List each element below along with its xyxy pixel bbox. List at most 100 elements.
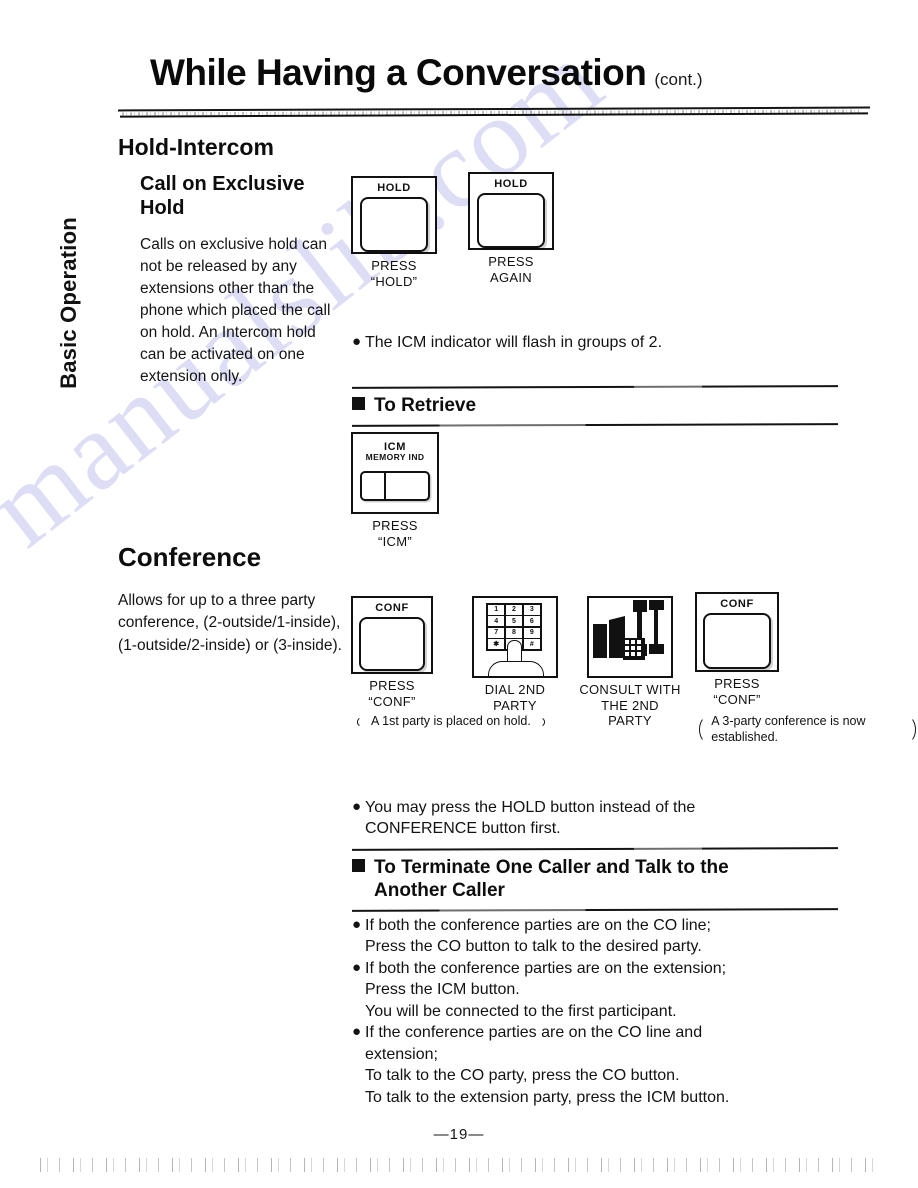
caption-line-1: PRESS [369,678,415,693]
note-first-party-on-hold: A 1st party is placed on hold. [355,714,547,730]
key-hash: # [523,639,540,649]
paragraph-conference: Allows for up to a three party conferenc… [118,592,342,654]
note-text: The ICM indicator will flash in groups o… [365,334,663,351]
list-item: ● If both the conference parties are on … [352,958,832,1022]
conf-keycap [703,613,771,670]
key-6: 6 [523,616,540,627]
subsection-title: To Terminate One Caller and Talk to the … [352,850,838,909]
bullet-continuation: extension; [365,1045,438,1063]
caption-line-2: THE 2ND PARTY [601,697,659,729]
icm-memory-indicator-label: MEMORY IND [365,452,425,463]
bullet-dot-icon: ● [352,958,362,976]
key-7: 7 [488,627,505,638]
keypad-graphic: 1 2 3 4 5 6 7 8 9 ✱ 0 # [472,596,558,678]
bullet-lead: If both the conference parties are on th… [365,917,711,934]
close-paren-icon [908,714,918,745]
hold-button-graphic: HOLD [468,172,554,250]
page-title: While Having a Conversation (cont.) [150,52,800,94]
heading-conference: Conference [118,542,262,572]
figure-caption: DIAL 2ND PARTY [467,682,563,713]
document-page: manualslib.com While Having a Conversati… [0,0,918,1188]
caption-line-2: “ICM” [378,533,412,549]
caption-line-1: DIAL 2ND PARTY [484,682,546,713]
note-line-2: CONFERENCE button first. [365,820,561,838]
bullet-continuation: Press the ICM button. [365,981,520,999]
page-title-text: While Having a Conversation [150,52,647,93]
key-8: 8 [505,627,523,638]
bullet-dot-icon: ● [352,1023,362,1041]
page-number: —19— [433,1126,485,1143]
note-icm-flash: ● The ICM indicator will flash in groups… [352,332,822,353]
figure-dial-second-party: 1 2 3 4 5 6 7 8 9 ✱ 0 # DIAL 2ND PARTY [467,596,563,713]
key-4: 4 [488,616,505,627]
icm-button-graphic: ICM MEMORY IND [351,432,439,514]
note-three-party-established: A 3-party conference is now established. [697,714,918,745]
figure-consult-second-party: CONSULT WITH THE 2ND PARTY [578,596,682,729]
page-title-continued: (cont.) [654,70,703,89]
hold-keycap [360,197,428,252]
caption-line-1: PRESS [372,518,418,533]
square-bullet-icon [352,397,365,410]
hold-keycap [477,193,545,248]
note-line-1: You may press the HOLD button instead of… [365,799,696,816]
hold-button-graphic: HOLD [351,176,437,254]
bullet-continuation: You will be connected to the first parti… [365,1002,677,1020]
note-text: A 1st party is placed on hold. [371,714,531,728]
bullet-continuation: To talk to the CO party, press the CO bu… [365,1067,680,1085]
hold-button-label: HOLD [377,182,411,194]
caption-line-2: AGAIN [490,269,532,285]
icm-indicator-graphic [360,470,430,501]
figure-caption: PRESS “CONF” [351,678,433,709]
bullet-lead: If both the conference parties are on th… [365,959,727,977]
figure-caption: PRESS AGAIN [468,254,554,285]
header-divider [118,106,870,119]
caption-line-1: PRESS [371,258,417,273]
figure-press-hold: HOLD PRESS “HOLD” [351,176,437,289]
figure-press-conf-second: CONF PRESS “CONF” [695,592,779,707]
bullet-continuation: To talk to the extension party, press th… [365,1088,730,1106]
subsection-to-retrieve: To Retrieve [352,385,838,428]
bullet-continuation: Press the CO button to talk to the desir… [365,938,702,956]
list-item: ● If both the conference parties are on … [352,915,832,958]
open-paren-icon [697,714,707,745]
conf-button-graphic: CONF [351,596,433,674]
bullet-dot-icon: ● [352,916,362,933]
scan-artifact [40,1158,880,1172]
key-star: ✱ [488,639,505,649]
figure-caption: PRESS “HOLD” [351,258,437,289]
handsets-graphic [587,596,673,678]
caption-line-1: CONSULT WITH [579,682,681,697]
subsection-title: To Retrieve [352,388,838,424]
heading-hold-intercom: Hold-Intercom [118,134,274,160]
two-handsets-icon [593,600,664,660]
figure-press-icm: ICM MEMORY IND PRESS “ICM” [351,432,439,549]
list-item: ● If the conference parties are on the C… [352,1022,832,1108]
key-3: 3 [523,605,540,615]
figure-press-again: HOLD PRESS AGAIN [468,172,554,285]
subsection-title-line-1: To Terminate One Caller and Talk to the [374,857,729,878]
note-text: A 3-party conference is now established. [711,714,866,744]
hold-button-label: HOLD [494,178,528,190]
caption-line-2: “CONF” [713,691,761,707]
open-paren-icon [355,714,367,730]
paragraph-exclusive-hold: Calls on exclusive hold can not be relea… [140,236,331,385]
list-terminate-instructions: ● If both the conference parties are on … [352,915,832,1108]
figure-caption: PRESS “CONF” [695,676,779,707]
bullet-lead: If the conference parties are on the CO … [365,1024,703,1042]
subsection-title-line-2: Another Caller [374,880,505,902]
side-tab-label: Basic Operation [56,217,81,389]
side-tab-basic-operation: Basic Operation [56,198,82,408]
conf-button-label: CONF [375,602,409,614]
key-1: 1 [488,605,505,615]
conf-button-graphic: CONF [695,592,779,672]
note-hold-instead-of-conference: ● You may press the HOLD button instead … [352,797,822,840]
bullet-dot-icon: ● [352,333,362,350]
divider-bottom [352,908,838,913]
caption-line-2: “HOLD” [370,273,418,289]
figure-caption: CONSULT WITH THE 2ND PARTY [578,682,682,729]
figure-caption: PRESS “ICM” [351,518,439,549]
key-2: 2 [505,605,523,615]
figure-press-conf-first: CONF PRESS “CONF” [351,596,433,709]
caption-line-1: PRESS [488,254,534,269]
hand-icon [488,661,544,676]
